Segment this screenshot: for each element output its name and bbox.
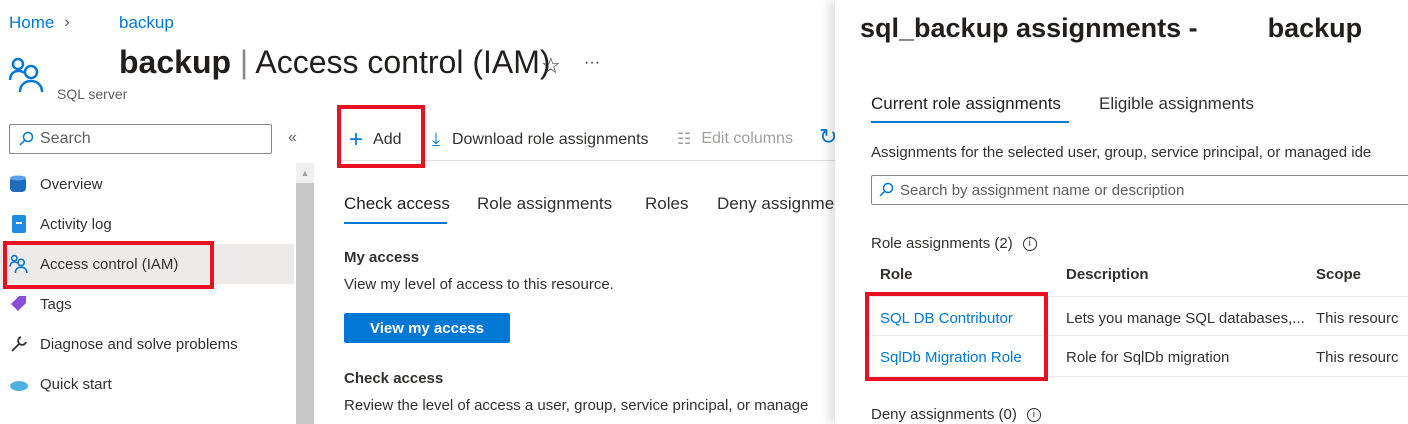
cloud-icon: [9, 374, 29, 394]
resource-type: SQL server: [57, 86, 128, 102]
tag-icon: [9, 294, 29, 314]
tab-deny-assignments[interactable]: Deny assignme: [717, 194, 834, 214]
sidebar-item-label: Activity log: [40, 215, 112, 233]
role-assignments-panel: sql_backup assignments - backup Current r…: [835, 0, 1408, 424]
table-row: SQL DB Contributor Lets you manage SQL d…: [871, 296, 1408, 336]
deny-assignments-heading: Deny assignments (0) i: [871, 406, 1041, 423]
more-options-button[interactable]: ···: [584, 54, 600, 72]
scroll-up-icon[interactable]: ▲: [296, 163, 314, 183]
tab-role-assignments[interactable]: Role assignments: [477, 194, 612, 214]
sidebar-search-input[interactable]: Search: [9, 124, 272, 154]
column-header-description[interactable]: Description: [1066, 266, 1149, 283]
panel-title: sql_backup assignments - backup: [860, 13, 1363, 43]
edit-columns-label: Edit columns: [701, 130, 793, 147]
tab-roles[interactable]: Roles: [645, 194, 688, 214]
columns-icon: ☷: [677, 131, 692, 148]
sidebar-item-overview[interactable]: Overview: [0, 164, 294, 204]
column-header-role[interactable]: Role: [880, 266, 913, 283]
sidebar-item-label: Quick start: [40, 375, 112, 393]
role-scope: This resourc: [1316, 310, 1399, 327]
column-header-scope[interactable]: Scope: [1316, 266, 1361, 283]
wrench-icon: [9, 334, 29, 354]
view-my-access-button[interactable]: View my access: [344, 313, 510, 343]
role-scope: This resourc: [1316, 349, 1399, 366]
sql-database-icon: [9, 174, 29, 194]
role-link[interactable]: SqlDb Migration Role: [880, 349, 1022, 366]
role-assignments-heading: Role assignments (2) i: [871, 235, 1037, 252]
search-placeholder: Search by assignment name or description: [900, 181, 1185, 199]
role-link[interactable]: SQL DB Contributor: [880, 310, 1013, 327]
sidebar-item-label: Diagnose and solve problems: [40, 335, 238, 353]
role-description: Role for SqlDb migration: [1066, 349, 1230, 366]
tab-current-role-assignments[interactable]: Current role assignments: [871, 94, 1061, 114]
my-access-heading: My access: [344, 249, 420, 266]
favorite-star-icon[interactable]: ☆: [541, 53, 561, 79]
active-tab-indicator: [871, 121, 1069, 123]
sidebar-item-tags[interactable]: Tags: [0, 284, 294, 324]
people-icon: [8, 57, 44, 93]
add-label: Add: [373, 131, 402, 148]
sidebar-item-access-control[interactable]: Access control (IAM): [0, 244, 294, 284]
role-description: Lets you manage SQL databases,...: [1066, 310, 1305, 327]
tab-check-access[interactable]: Check access: [344, 194, 450, 214]
info-icon[interactable]: i: [1022, 236, 1037, 251]
sidebar-item-activity-log[interactable]: Activity log: [0, 204, 294, 244]
search-icon: [879, 182, 894, 197]
plus-icon: +: [349, 126, 364, 153]
check-access-heading: Check access: [344, 370, 444, 387]
sidebar-item-label: Tags: [40, 295, 72, 313]
download-label: Download role assignments: [451, 130, 649, 148]
table-row: SqlDb Migration Role Role for SqlDb migr…: [871, 337, 1408, 377]
tab-eligible-assignments[interactable]: Eligible assignments: [1099, 94, 1254, 114]
breadcrumb-current[interactable]: backup: [119, 13, 174, 33]
collapse-sidebar-button[interactable]: «: [288, 129, 297, 147]
panel-intro: Assignments for the selected user, group…: [871, 144, 1372, 161]
search-icon: [19, 131, 34, 146]
assignment-search-input[interactable]: Search by assignment name or description: [871, 175, 1408, 205]
sidebar-scrollbar[interactable]: ▲: [296, 163, 314, 424]
people-icon: [9, 254, 29, 274]
edit-columns-button[interactable]: ☷ Edit columns: [677, 129, 793, 149]
sidebar-item-label: Access control (IAM): [40, 255, 179, 273]
download-role-assignments-button[interactable]: ⤓ Download role assignments: [432, 129, 649, 150]
sidebar-item-label: Overview: [40, 175, 103, 193]
activity-log-icon: [9, 214, 29, 234]
download-icon: ⤓: [432, 129, 440, 149]
check-access-description: Review the level of access a user, group…: [344, 397, 809, 414]
add-button[interactable]: + Add: [349, 126, 401, 154]
sidebar-item-diagnose[interactable]: Diagnose and solve problems: [0, 324, 294, 364]
resource-name: backup: [119, 44, 232, 80]
page-title: backup | Access control (IAM): [119, 44, 551, 80]
blade-title: Access control (IAM): [255, 44, 551, 80]
breadcrumb-home[interactable]: Home: [9, 13, 54, 33]
breadcrumb-chevron-icon: ›: [64, 12, 70, 31]
search-placeholder: Search: [40, 130, 91, 147]
info-icon[interactable]: i: [1026, 407, 1041, 422]
my-access-description: View my level of access to this resource…: [344, 276, 614, 293]
sidebar-item-quick-start[interactable]: Quick start: [0, 364, 294, 404]
toolbar-divider: [337, 160, 837, 161]
active-tab-indicator: [344, 222, 447, 224]
